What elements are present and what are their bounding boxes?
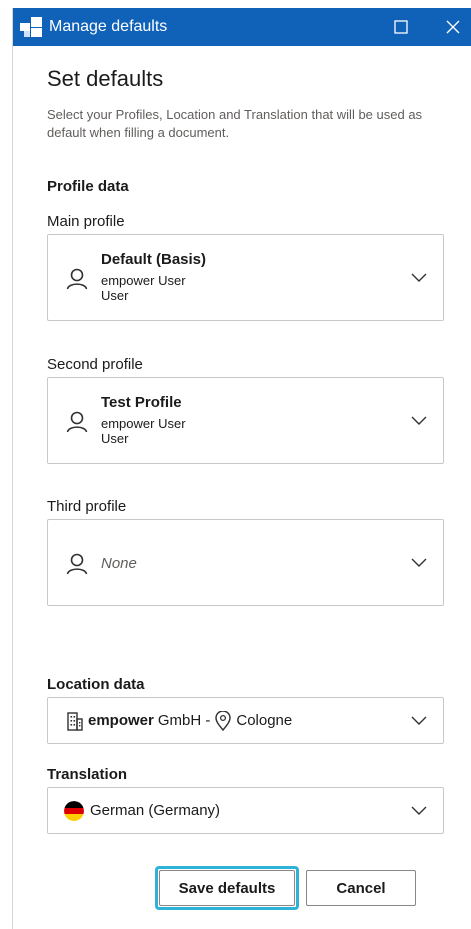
translation-value-wrap: German (Germany) — [64, 788, 220, 833]
chevron-down-icon — [411, 416, 427, 425]
company-name-bold: empower — [88, 712, 154, 729]
window-title: Manage defaults — [49, 18, 168, 35]
building-icon — [67, 711, 83, 731]
translation-value: German (Germany) — [90, 802, 221, 819]
manage-defaults-window: Manage defaults Set defaults Select your… — [12, 8, 471, 929]
person-icon — [66, 411, 88, 433]
maximize-button[interactable] — [382, 8, 420, 46]
second-profile-label: Second profile — [47, 356, 143, 373]
main-profile-dropdown[interactable]: Default (Basis) empower User User — [47, 234, 444, 321]
close-icon — [446, 20, 460, 34]
location-value: empower GmbH - Cologne — [64, 698, 292, 743]
chevron-down-icon — [411, 558, 427, 567]
page-description: Select your Profiles, Location and Trans… — [47, 107, 423, 140]
maximize-icon — [394, 20, 408, 34]
title-bar: Manage defaults — [13, 8, 471, 46]
main-profile-label: Main profile — [47, 213, 125, 230]
second-profile-dropdown[interactable]: Test Profile empower User User — [47, 377, 444, 464]
close-button[interactable] — [434, 8, 471, 46]
germany-flag-icon — [64, 800, 84, 821]
second-profile-line2: User — [101, 431, 129, 446]
main-profile-line1: empower User — [101, 273, 186, 288]
main-profile-line2: User — [101, 288, 129, 303]
chevron-down-icon — [411, 273, 427, 282]
chevron-down-icon — [411, 716, 427, 725]
cancel-button[interactable]: Cancel — [306, 870, 416, 906]
third-profile-value: None — [101, 555, 137, 572]
person-icon — [66, 553, 88, 575]
app-logo-icon — [20, 17, 42, 37]
location-data-label: Location data — [47, 676, 145, 693]
company-name-rest: GmbH - — [157, 712, 211, 729]
person-icon — [66, 268, 88, 290]
city-name: Cologne — [236, 712, 293, 729]
third-profile-label: Third profile — [47, 498, 127, 515]
translation-dropdown[interactable]: German (Germany) — [47, 787, 444, 834]
location-dropdown[interactable]: empower GmbH - Cologne — [47, 697, 444, 744]
main-profile-name: Default (Basis) — [101, 251, 207, 268]
second-profile-line1: empower User — [101, 416, 186, 431]
page-title: Set defaults — [47, 66, 164, 91]
location-pin-icon — [215, 710, 232, 731]
profile-data-label: Profile data — [47, 178, 129, 195]
chevron-down-icon — [411, 806, 427, 815]
save-defaults-button[interactable]: Save defaults — [159, 870, 295, 906]
second-profile-name: Test Profile — [101, 394, 182, 411]
translation-label: Translation — [47, 766, 128, 783]
third-profile-dropdown[interactable]: None — [47, 519, 444, 606]
